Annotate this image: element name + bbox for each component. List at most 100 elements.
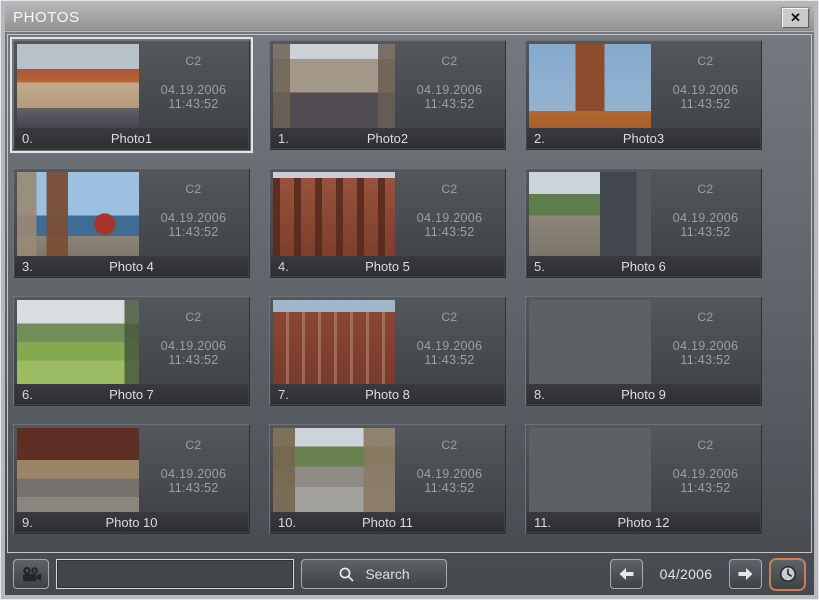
camera-label: C2 xyxy=(653,438,758,452)
photo-name: Photo 4 xyxy=(15,259,248,274)
photo-index: 2. xyxy=(534,131,545,146)
photo-info: C2 04.19.2006 11:43:52 xyxy=(397,41,502,129)
photo-tile[interactable]: C2 04.19.2006 11:43:52 4. Photo 5 xyxy=(269,168,506,278)
camera-label: C2 xyxy=(653,310,758,324)
photo-index: 6. xyxy=(22,387,33,402)
clock-icon xyxy=(779,565,797,583)
previous-month-button[interactable] xyxy=(610,559,643,589)
photo-tile[interactable]: C2 04.19.2006 11:43:52 6. Photo 7 xyxy=(13,296,250,406)
photo-tile[interactable]: C2 04.19.2006 11:43:52 1. Photo2 xyxy=(269,40,506,150)
photo-date: 04.19.2006 xyxy=(397,211,502,225)
photo-name: Photo2 xyxy=(271,131,504,146)
search-input[interactable] xyxy=(56,559,294,589)
camera-label: C2 xyxy=(141,54,246,68)
close-button[interactable]: ✕ xyxy=(782,8,809,28)
photo-name: Photo 5 xyxy=(271,259,504,274)
magnifier-icon xyxy=(338,566,355,583)
photo-date: 04.19.2006 xyxy=(141,211,246,225)
client-area: C2 04.19.2006 11:43:52 0. Photo1 C2 04.1… xyxy=(5,32,814,595)
toolbar: Search 04/2006 xyxy=(5,553,814,595)
photo-index: 1. xyxy=(278,131,289,146)
photo-info: C2 04.19.2006 11:43:52 xyxy=(397,425,502,513)
photo-label-bar: 9. Photo 10 xyxy=(15,512,248,532)
photo-time: 11:43:52 xyxy=(141,225,246,239)
photo-name: Photo3 xyxy=(527,131,760,146)
photo-info: C2 04.19.2006 11:43:52 xyxy=(653,297,758,385)
photo-name: Photo1 xyxy=(15,131,248,146)
photo-thumbnail xyxy=(273,428,395,512)
photo-tile[interactable]: C2 04.19.2006 11:43:52 8. Photo 9 xyxy=(525,296,762,406)
photo-date: 04.19.2006 xyxy=(397,339,502,353)
photo-thumbnail xyxy=(17,300,139,384)
camera-button[interactable] xyxy=(13,559,49,589)
camera-label: C2 xyxy=(141,438,246,452)
photo-info: C2 04.19.2006 11:43:52 xyxy=(141,425,246,513)
photo-index: 4. xyxy=(278,259,289,274)
photo-index: 8. xyxy=(534,387,545,402)
photo-index: 5. xyxy=(534,259,545,274)
photo-name: Photo 8 xyxy=(271,387,504,402)
photo-time: 11:43:52 xyxy=(397,481,502,495)
photo-info: C2 04.19.2006 11:43:52 xyxy=(653,41,758,129)
photo-time: 11:43:52 xyxy=(653,481,758,495)
photo-label-bar: 6. Photo 7 xyxy=(15,384,248,404)
photo-name: Photo 10 xyxy=(15,515,248,530)
photo-time: 11:43:52 xyxy=(397,353,502,367)
photo-date: 04.19.2006 xyxy=(141,467,246,481)
photo-tile[interactable]: C2 04.19.2006 11:43:52 0. Photo1 xyxy=(13,40,250,150)
photo-date: 04.19.2006 xyxy=(397,467,502,481)
photo-name: Photo 11 xyxy=(271,515,504,530)
video-camera-icon xyxy=(20,566,42,583)
photo-index: 0. xyxy=(22,131,33,146)
photo-date: 04.19.2006 xyxy=(141,83,246,97)
camera-label: C2 xyxy=(397,182,502,196)
photo-name: Photo 12 xyxy=(527,515,760,530)
photo-time: 11:43:52 xyxy=(653,225,758,239)
photo-tile[interactable]: C2 04.19.2006 11:43:52 5. Photo 6 xyxy=(525,168,762,278)
photo-name: Photo 9 xyxy=(527,387,760,402)
photo-tile[interactable]: C2 04.19.2006 11:43:52 11. Photo 12 xyxy=(525,424,762,534)
photo-label-bar: 11. Photo 12 xyxy=(527,512,760,532)
photo-label-bar: 8. Photo 9 xyxy=(527,384,760,404)
photo-label-bar: 7. Photo 8 xyxy=(271,384,504,404)
photo-tile[interactable]: C2 04.19.2006 11:43:52 10. Photo 11 xyxy=(269,424,506,534)
photo-time: 11:43:52 xyxy=(653,97,758,111)
camera-label: C2 xyxy=(141,310,246,324)
photo-time: 11:43:52 xyxy=(141,97,246,111)
title-bar: PHOTOS ✕ xyxy=(5,5,814,31)
photo-name: Photo 6 xyxy=(527,259,760,274)
next-month-button[interactable] xyxy=(729,559,762,589)
camera-label: C2 xyxy=(653,54,758,68)
photo-tile[interactable]: C2 04.19.2006 11:43:52 7. Photo 8 xyxy=(269,296,506,406)
camera-label: C2 xyxy=(653,182,758,196)
photo-date: 04.19.2006 xyxy=(397,83,502,97)
time-view-button[interactable] xyxy=(769,558,806,591)
photo-date: 04.19.2006 xyxy=(141,339,246,353)
search-button[interactable]: Search xyxy=(301,559,447,589)
photo-time: 11:43:52 xyxy=(141,481,246,495)
photo-label-bar: 10. Photo 11 xyxy=(271,512,504,532)
photo-label-bar: 2. Photo3 xyxy=(527,128,760,148)
photo-index: 9. xyxy=(22,515,33,530)
photo-tile[interactable]: C2 04.19.2006 11:43:52 2. Photo3 xyxy=(525,40,762,150)
photo-info: C2 04.19.2006 11:43:52 xyxy=(141,169,246,257)
photo-label-bar: 0. Photo1 xyxy=(15,128,248,148)
photo-time: 11:43:52 xyxy=(653,353,758,367)
camera-label: C2 xyxy=(397,54,502,68)
photo-thumbnail xyxy=(273,172,395,256)
photo-date: 04.19.2006 xyxy=(653,339,758,353)
photo-index: 10. xyxy=(278,515,296,530)
camera-label: C2 xyxy=(397,310,502,324)
photo-info: C2 04.19.2006 11:43:52 xyxy=(141,297,246,385)
photo-tile[interactable]: C2 04.19.2006 11:43:52 9. Photo 10 xyxy=(13,424,250,534)
photo-tile[interactable]: C2 04.19.2006 11:43:52 3. Photo 4 xyxy=(13,168,250,278)
photo-index: 7. xyxy=(278,387,289,402)
photo-thumbnail xyxy=(529,300,651,384)
photos-window: PHOTOS ✕ C2 04.19.2006 11:43:52 0. Photo… xyxy=(0,0,819,600)
photo-label-bar: 3. Photo 4 xyxy=(15,256,248,276)
photo-info: C2 04.19.2006 11:43:52 xyxy=(141,41,246,129)
photo-time: 11:43:52 xyxy=(397,225,502,239)
photo-thumbnail xyxy=(17,428,139,512)
photo-time: 11:43:52 xyxy=(397,97,502,111)
photo-time: 11:43:52 xyxy=(141,353,246,367)
